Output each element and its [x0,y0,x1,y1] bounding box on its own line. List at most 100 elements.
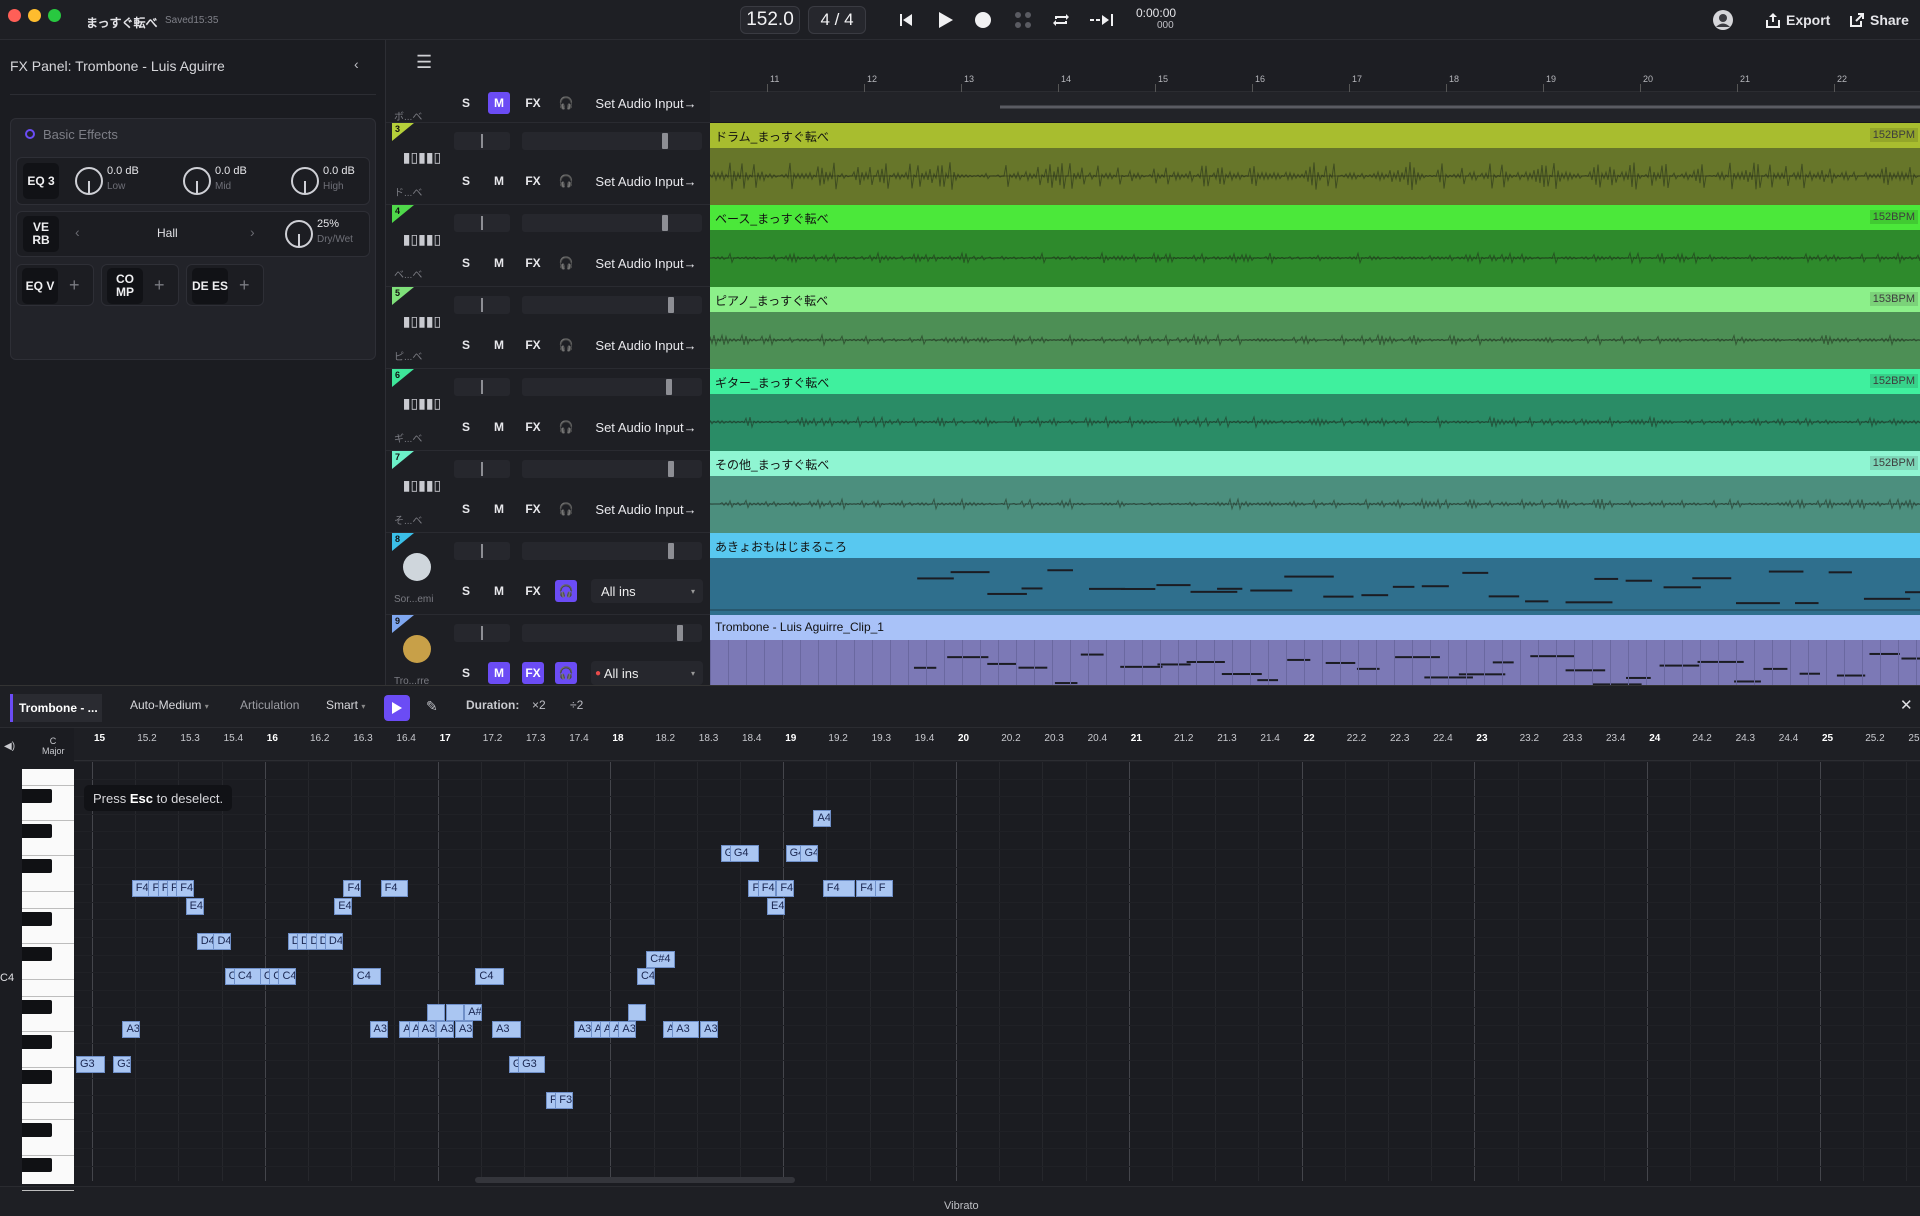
midi-note[interactable]: A#3 [464,1003,483,1021]
track-header[interactable]: 5 ▮▯▮▮▯ ピ...ベ S M FX 🎧 Set Audio Input → [386,286,710,368]
monitor-headphones-icon[interactable]: 🎧 [555,580,577,602]
solo-button[interactable]: S [456,252,476,274]
fx-button[interactable]: FX [522,252,544,274]
export-button[interactable]: Export [1786,12,1830,28]
articulation-button[interactable]: Articulation [240,698,299,712]
clip-header[interactable]: ドラム_まっすぐ転べ 152BPM [710,123,1920,148]
mute-button[interactable]: M [488,252,510,274]
volume-thumb[interactable] [666,379,672,395]
eq-low-knob[interactable] [75,167,103,195]
piano-roll-ruler[interactable]: 15 15.2 15.3 15.4 16 16.2 16.3 16.4 17 17.2 17.3 17… [74,728,1920,761]
monitor-headphones-icon[interactable]: 🎧 [555,252,577,274]
midi-note[interactable]: G3 [518,1056,545,1074]
midi-note[interactable]: A3 [700,1021,719,1039]
mute-button[interactable]: M [488,334,510,356]
prev-preset-icon[interactable]: ‹ [75,224,80,240]
clip-header[interactable]: Trombone - Luis Aguirre_Clip_1 [710,615,1920,640]
midi-note[interactable]: F3 [555,1091,574,1109]
midi-note[interactable]: A3 [369,1021,388,1039]
pan-thumb[interactable] [481,134,483,148]
midi-note[interactable]: C4 [636,968,655,986]
time-signature-field[interactable]: 4 / 4 [808,6,866,34]
midi-note[interactable]: F4 [380,880,408,898]
piano-roll-track-tab[interactable]: Trombone - ... [10,694,102,722]
solo-button[interactable]: S [456,416,476,438]
power-icon[interactable] [25,129,35,139]
volume-slider[interactable] [522,296,702,314]
black-key[interactable] [22,999,52,1014]
pan-thumb[interactable] [481,298,483,312]
midi-note[interactable]: A3 [436,1021,455,1039]
volume-thumb[interactable] [668,461,674,477]
volume-slider[interactable] [522,460,702,478]
add-dees-icon[interactable]: + [239,275,250,296]
monitor-headphones-icon[interactable]: 🎧 [555,498,577,520]
loop-icon[interactable] [1048,6,1074,34]
set-audio-input-button[interactable]: Set Audio Input → [590,334,702,356]
pan-slider[interactable] [454,296,510,314]
black-key[interactable] [22,1123,52,1137]
audio-clip[interactable]: あきょおもはじまるころ [710,533,1920,615]
input-select[interactable]: All ins ▾ [591,579,703,603]
track-header[interactable]: 9 Tro...rre S M FX 🎧 ● All ins ▾ [386,614,710,696]
pan-slider[interactable] [454,132,510,150]
fx-button[interactable]: FX [522,498,544,520]
mute-button[interactable]: M [488,416,510,438]
midi-note[interactable]: E4 [334,898,353,915]
midi-note[interactable]: A3 [492,1021,521,1039]
volume-thumb[interactable] [677,625,683,641]
add-comp-icon[interactable]: + [154,275,165,296]
set-audio-input-button[interactable]: Set Audio Input → [590,252,702,274]
solo-button[interactable]: S [456,334,476,356]
audio-clip[interactable]: ギター_まっすぐ転べ 152BPM [710,369,1920,451]
share-button[interactable]: Share [1870,12,1909,28]
track-header[interactable]: 6 ▮▯▮▮▯ ギ...ベ S M FX 🎧 Set Audio Input → [386,368,710,450]
monitor-headphones-icon[interactable]: 🎧 [555,92,577,114]
note-grid[interactable]: G3G3A3F4F4F4F4F4E4D4D4C4C4C4C4C4D4D4D4D4… [74,761,1920,1181]
black-key[interactable] [22,823,52,838]
mode-dropdown[interactable]: Smart ▾ [326,698,365,712]
input-select[interactable]: ● All ins ▾ [591,661,703,685]
midi-note[interactable] [627,1003,646,1021]
pan-thumb[interactable] [481,544,483,558]
export-icon[interactable] [1760,6,1786,34]
track-header[interactable]: 7 ▮▯▮▮▯ そ...ベ S M FX 🎧 Set Audio Input → [386,450,710,532]
audio-clip[interactable]: その他_まっすぐ転べ 152BPM [710,451,1920,533]
minimize-window-button[interactable] [28,9,41,22]
fx-button[interactable]: FX [522,170,544,192]
tempo-field[interactable]: 152.0 [740,6,800,34]
monitor-headphones-icon[interactable]: 🎧 [555,170,577,192]
midi-note[interactable]: F4 [776,880,795,898]
set-audio-input-button[interactable]: Set Audio Input → [590,170,702,192]
reverb-preset[interactable]: Hall [157,226,178,240]
midi-note[interactable]: G4 [800,845,819,863]
dees-slot[interactable]: DE ES + [186,264,264,306]
pan-thumb[interactable] [481,462,483,476]
speaker-icon[interactable]: ◀) [4,741,15,752]
fx-button[interactable]: FX [522,580,544,602]
vibrato-label[interactable]: Vibrato [944,1200,979,1212]
volume-thumb[interactable] [668,543,674,559]
follow-playhead-icon[interactable] [1088,6,1118,34]
black-key[interactable] [22,1070,52,1085]
skip-back-icon[interactable] [893,6,919,34]
clip-body[interactable] [710,148,1920,205]
clip-header[interactable]: ベース_まっすぐ転べ 152BPM [710,205,1920,230]
solo-button[interactable]: S [456,498,476,520]
midi-note[interactable]: C4 [352,968,382,986]
select-tool-icon[interactable] [384,695,410,721]
midi-note[interactable]: D4 [324,933,343,951]
midi-note[interactable]: D4 [213,933,232,951]
piano-keyboard[interactable] [22,769,74,1191]
midi-note[interactable]: A3 [672,1021,700,1039]
midi-note[interactable]: F4 [176,880,195,898]
clip-body[interactable] [710,394,1920,451]
key-signature[interactable]: C Major [42,736,65,756]
eq-high-knob[interactable] [291,167,319,195]
black-key[interactable] [22,947,52,961]
monitor-headphones-icon[interactable]: 🎧 [555,334,577,356]
midi-note[interactable]: G3 [113,1056,132,1074]
volume-thumb[interactable] [662,133,668,149]
pan-slider[interactable] [454,378,510,396]
fx-button[interactable]: FX [522,416,544,438]
